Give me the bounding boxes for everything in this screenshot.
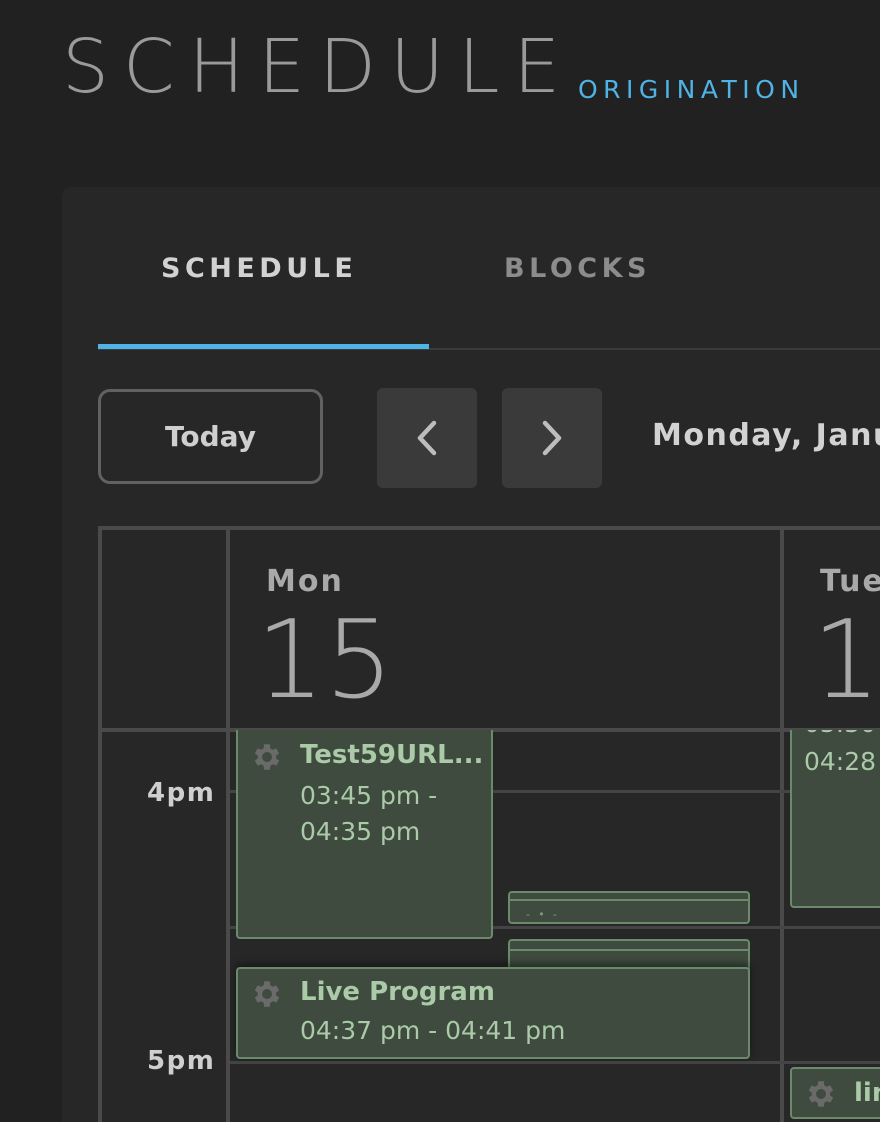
event-divider — [510, 949, 748, 951]
event-small[interactable]: - • - — [508, 891, 750, 924]
event-time-start: 03:45 pm - — [300, 781, 438, 810]
gear-icon — [808, 1081, 834, 1107]
day-name-tue: Tue — [820, 564, 880, 599]
event-time: 04:37 pm - 04:41 pm — [300, 1016, 566, 1045]
active-tab-indicator — [98, 344, 429, 349]
gear-icon — [254, 981, 280, 1007]
hour-line — [230, 1061, 880, 1064]
current-date-label: Monday, Janu — [652, 418, 880, 453]
time-label-5pm: 5pm — [147, 1046, 216, 1076]
event-tue-lin[interactable]: lin — [790, 1067, 880, 1119]
day-number-mon[interactable]: 15 — [256, 604, 393, 718]
grid-line — [780, 526, 784, 1122]
grid-line — [98, 526, 102, 1122]
event-title: Live Program — [300, 977, 495, 1007]
event-title: lin — [854, 1078, 880, 1108]
event-time-start: 03:30 — [804, 730, 876, 742]
calendar-grid: Mon 15 Tue 16 4pm 5pm Test59URL... 03:45… — [98, 526, 880, 1122]
time-label-4pm: 4pm — [147, 778, 216, 808]
event-dots: - • - — [526, 907, 560, 921]
event-time-end: 04:28 — [804, 747, 877, 776]
event-live-program[interactable]: Live Program 04:37 pm - 04:41 pm — [236, 967, 750, 1059]
tab-blocks[interactable]: BLOCKS — [504, 251, 651, 287]
day-name-mon: Mon — [266, 564, 344, 599]
grid-line — [98, 526, 880, 530]
tab-schedule[interactable]: SCHEDULE — [161, 251, 357, 287]
gear-icon — [254, 744, 280, 770]
page: SCHEDULE ORIGINATION SCHEDULE BLOCKS Tod… — [0, 0, 880, 1122]
event-time-end: 04:35 pm — [300, 817, 421, 846]
event-divider — [510, 899, 748, 901]
app-subtitle: ORIGINATION — [578, 75, 805, 104]
grid-line — [226, 526, 230, 1122]
chevron-right-icon — [542, 420, 562, 456]
day-number-tue[interactable]: 16 — [812, 604, 880, 718]
event-time: 03:45 pm - 04:35 pm — [300, 778, 480, 850]
app-title: SCHEDULE — [62, 24, 575, 110]
event-title: Test59URL... — [300, 740, 484, 770]
event-test59url[interactable]: Test59URL... 03:45 pm - 04:35 pm — [236, 730, 493, 939]
event-tue[interactable]: 03:30 04:28 — [790, 730, 880, 908]
next-button[interactable] — [502, 388, 602, 488]
chevron-left-icon — [417, 420, 437, 456]
prev-button[interactable] — [377, 388, 477, 488]
today-button[interactable]: Today — [98, 389, 323, 484]
